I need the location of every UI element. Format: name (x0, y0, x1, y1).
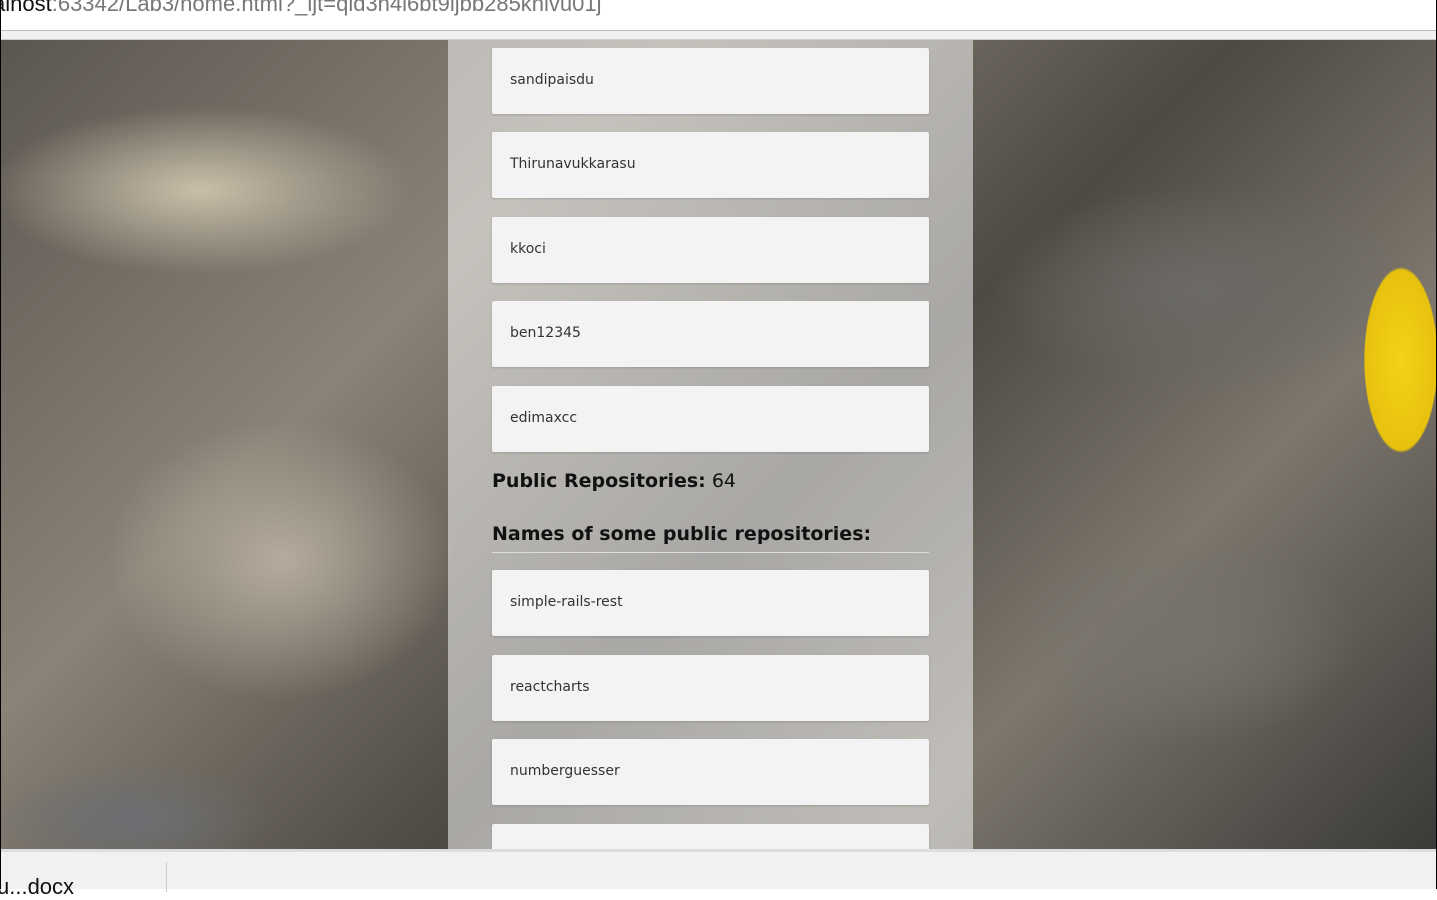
repos-heading: Names of some public repositories: (492, 523, 872, 545)
follower-item: kkoci (492, 217, 929, 283)
address-bar[interactable]: alhost:63342/Lab3/home.html?_ijt=qid3h4l… (1, 0, 1436, 31)
taskbar: u...docx (0, 849, 1436, 899)
repo-item: numberguesser (492, 739, 929, 805)
follower-item: ben12345 (492, 301, 929, 367)
follower-item: Thirunavukkarasu (492, 132, 929, 198)
browser-toolbar-strip (1, 31, 1436, 40)
divider (492, 552, 929, 553)
follower-name: sandipaisdu (510, 72, 594, 88)
follower-name: Thirunavukkarasu (510, 156, 636, 172)
follower-item: edimaxcc (492, 386, 929, 452)
public-repos-count: Public Repositories: 64 (492, 470, 736, 492)
follower-item: sandipaisdu (492, 48, 929, 114)
url-text: alhost:63342/Lab3/home.html?_ijt=qid3h4l… (1, 0, 602, 16)
repo-name: numberguesser (510, 763, 620, 779)
repo-item: simple-rails-rest (492, 570, 929, 636)
repo-name: simple-rails-rest (510, 594, 623, 610)
follower-name: kkoci (510, 241, 546, 257)
repo-name: reactcharts (510, 679, 590, 695)
follower-name: edimaxcc (510, 410, 578, 426)
taskbar-file-item[interactable]: u...docx (0, 874, 74, 900)
repo-item: reactcharts (492, 655, 929, 721)
taskbar-separator (166, 862, 167, 892)
follower-name: ben12345 (510, 325, 581, 341)
